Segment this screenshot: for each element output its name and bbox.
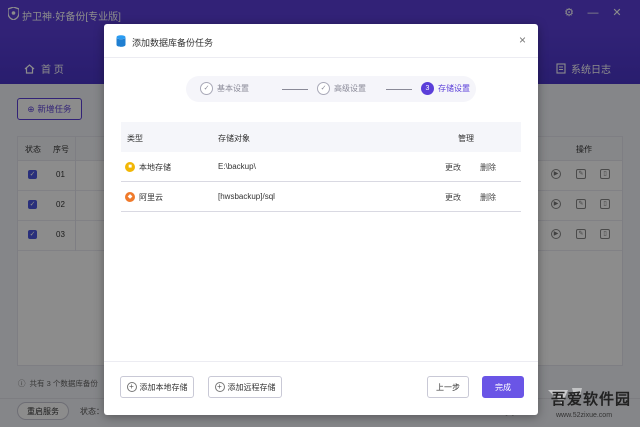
step-label: 基本设置	[217, 84, 249, 93]
table-row: ■ 本地存储 E:\backup\ 更改 删除	[121, 152, 521, 182]
step-advanced[interactable]: ✓ 高级设置	[317, 82, 366, 95]
step-label: 存储设置	[438, 84, 470, 93]
close-icon[interactable]: ×	[519, 34, 526, 46]
watermark-url: www.52zixue.com	[556, 412, 613, 419]
storage-type: 阿里云	[139, 193, 163, 202]
step-storage[interactable]: 3 存储设置	[421, 82, 470, 95]
step-connector	[282, 89, 308, 90]
step-check-icon: ✓	[317, 82, 330, 95]
storage-table-header: 类型 存储对象 管理	[121, 122, 521, 152]
storage-type: 本地存储	[139, 163, 171, 172]
step-number-icon: 3	[421, 82, 434, 95]
add-backup-task-dialog: 添加数据库备份任务 × ✓ 基本设置 ✓ 高级设置 3 存储设置 类型 存储对象…	[104, 24, 538, 415]
plus-icon: +	[126, 382, 137, 392]
header-target: 存储对象	[218, 134, 250, 143]
storage-table: 类型 存储对象 管理 ■ 本地存储 E:\backup\ 更改 删除 ◆ 阿里云…	[121, 122, 521, 212]
table-row: ◆ 阿里云 [hwsbackup]/sql 更改 删除	[121, 182, 521, 212]
edit-storage-link[interactable]: 更改	[445, 162, 461, 173]
delete-storage-link[interactable]: 删除	[480, 162, 496, 173]
step-check-icon: ✓	[200, 82, 213, 95]
delete-storage-link[interactable]: 删除	[480, 192, 496, 203]
previous-step-button[interactable]: 上一步	[427, 376, 469, 398]
database-icon	[116, 35, 126, 47]
add-local-storage-button[interactable]: + 添加本地存储	[120, 376, 194, 398]
watermark-text: 吾爱软件园	[551, 391, 632, 408]
step-connector	[386, 89, 412, 90]
step-indicator: ✓ 基本设置 ✓ 高级设置 3 存储设置	[186, 76, 476, 102]
dialog-header: 添加数据库备份任务 ×	[104, 24, 538, 58]
finish-button[interactable]: 完成	[482, 376, 524, 398]
edit-storage-link[interactable]: 更改	[445, 192, 461, 203]
header-type: 类型	[127, 134, 143, 143]
storage-target: [hwsbackup]/sql	[218, 192, 275, 201]
header-manage: 管理	[458, 134, 474, 143]
add-remote-storage-button[interactable]: + 添加远程存储	[208, 376, 282, 398]
plus-icon: +	[214, 382, 225, 392]
step-basic[interactable]: ✓ 基本设置	[200, 82, 249, 95]
step-label: 高级设置	[334, 84, 366, 93]
local-storage-icon: ■	[125, 162, 135, 172]
dialog-title: 添加数据库备份任务	[132, 38, 214, 48]
add-remote-storage-label: 添加远程存储	[227, 382, 276, 392]
add-local-storage-label: 添加本地存储	[139, 382, 188, 392]
storage-target: E:\backup\	[218, 162, 256, 171]
aliyun-icon: ◆	[125, 192, 135, 202]
